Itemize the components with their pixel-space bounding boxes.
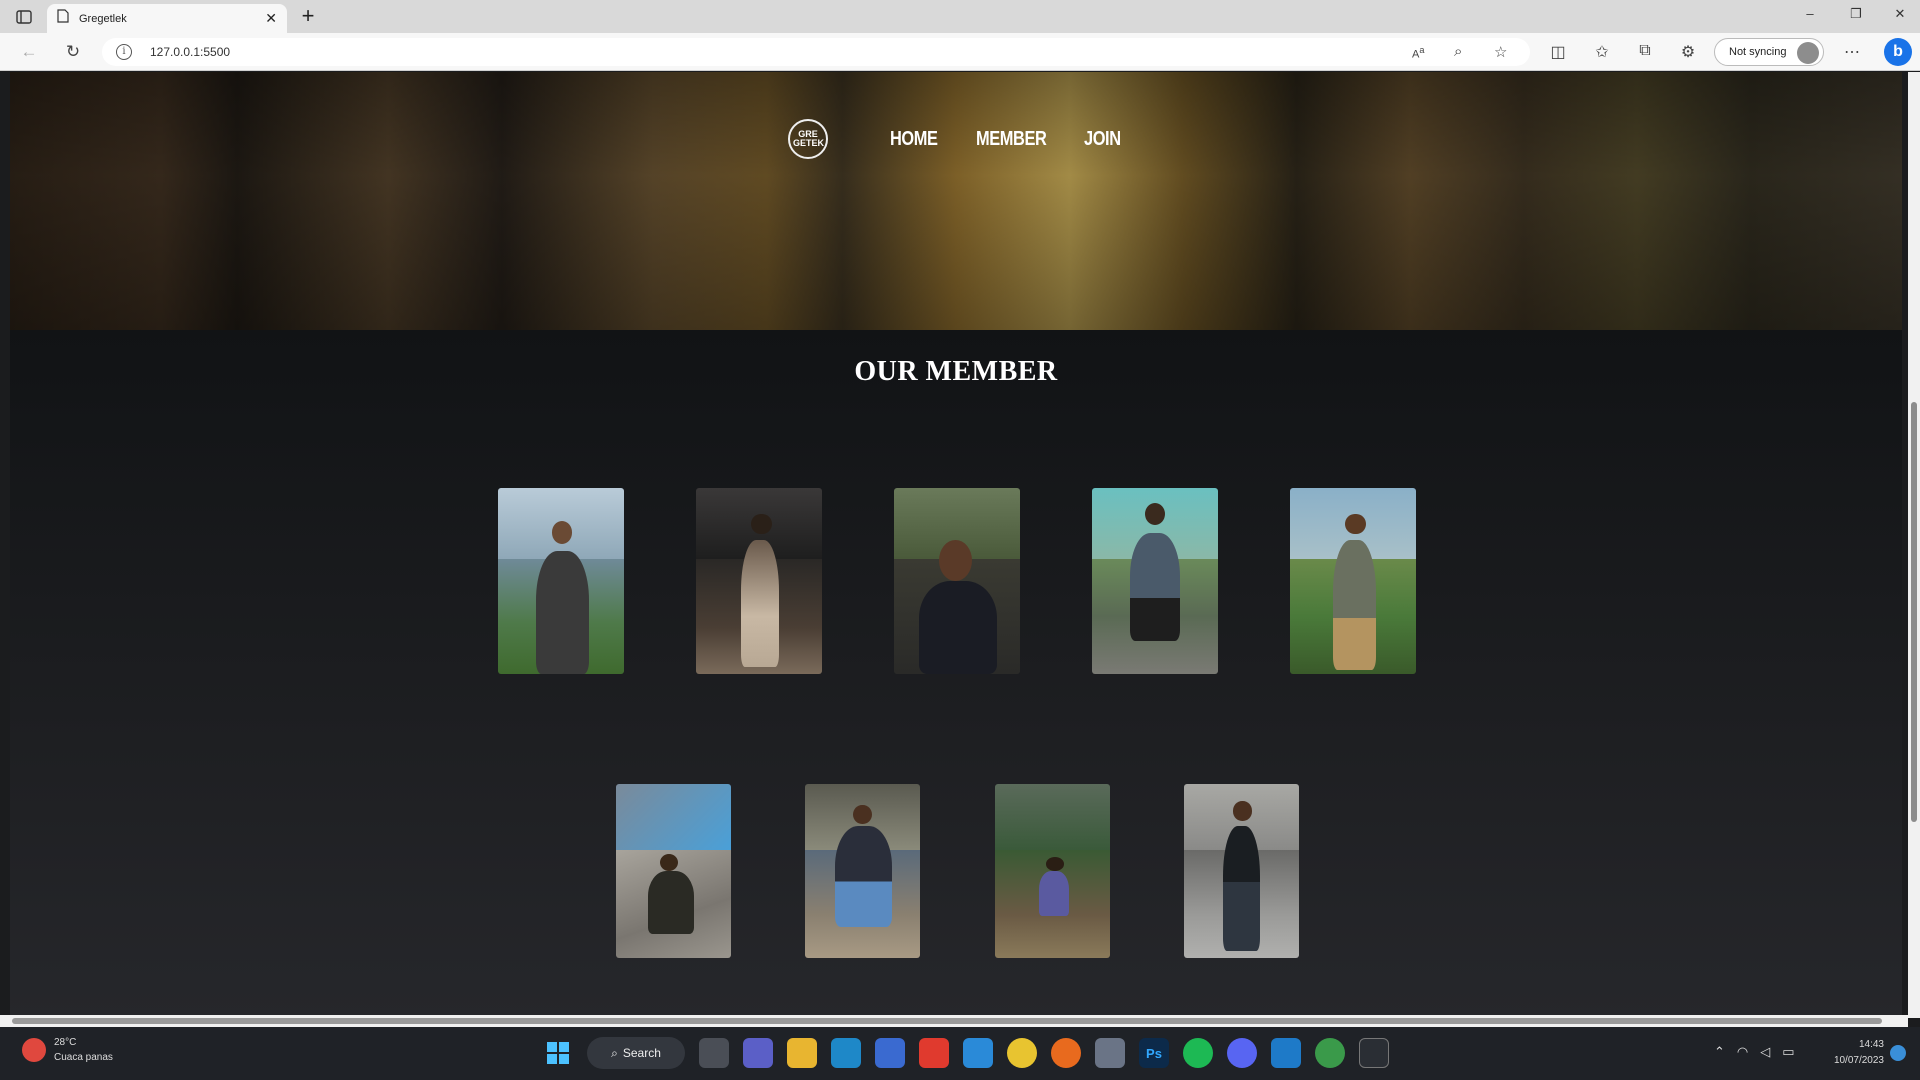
favorites-icon[interactable]: ✩ [1590, 42, 1614, 62]
logo-text: GRE GETEK [793, 129, 825, 148]
nav-home-link[interactable]: HOME [890, 128, 938, 151]
terminal-icon[interactable] [1359, 1038, 1389, 1068]
site-info-icon[interactable]: i [116, 44, 132, 60]
member-photo-2[interactable] [696, 488, 822, 674]
chevron-up-icon[interactable]: ⌃ [1714, 1044, 1725, 1060]
weather-text: 28°C Cuaca panas [54, 1035, 113, 1065]
chrome-profile-icon[interactable] [1315, 1038, 1345, 1068]
search-icon: ⌕ [611, 1045, 618, 1060]
camera-icon[interactable] [1095, 1038, 1125, 1068]
tab-actions-icon[interactable] [12, 6, 36, 28]
photoshop-icon[interactable]: Ps [1139, 1038, 1169, 1068]
new-tab-button[interactable]: + [296, 4, 320, 28]
volume-icon[interactable]: ◁ [1760, 1044, 1770, 1060]
nav-member-link[interactable]: MEMBER [976, 128, 1047, 151]
address-toolbar: ← ↻ i 127.0.0.1:5500 Aa ⌕ ☆ ◫ ✩ ⧉ ⚙ [0, 33, 1920, 71]
taskbar-clock[interactable]: 14:43 10/07/2023 [1820, 1037, 1884, 1069]
tab-bar: Gregetlek ✕ + – ❐ ✕ [0, 0, 1920, 33]
url-text[interactable]: 127.0.0.1:5500 [150, 45, 230, 59]
store-icon[interactable] [875, 1038, 905, 1068]
member-photo-9[interactable] [1184, 784, 1299, 958]
site-logo[interactable]: GRE GETEK [788, 119, 828, 159]
close-window-button[interactable]: ✕ [1880, 6, 1920, 22]
weather-temp: 28°C [54, 1037, 77, 1048]
members-section: OUR MEMBER [10, 330, 1902, 1018]
task-view-icon[interactable] [699, 1038, 729, 1068]
clock-date: 10/07/2023 [1833, 1055, 1884, 1066]
vscode-icon[interactable] [1271, 1038, 1301, 1068]
copilot-icon[interactable]: b [1884, 38, 1912, 66]
horizontal-scrollbar[interactable] [0, 1015, 1908, 1027]
tab-title: Gregetlek [79, 12, 127, 25]
taskbar-apps: ⌕ Search Ps [543, 1037, 1403, 1069]
battery-icon[interactable]: ▭ [1782, 1044, 1794, 1060]
section-title: OUR MEMBER [854, 356, 1058, 387]
profile-avatar [1797, 42, 1819, 64]
member-photo-4[interactable] [1092, 488, 1218, 674]
browser-window: Gregetlek ✕ + – ❐ ✕ ← ↻ i 127.0.0.1:5500… [0, 0, 1920, 1080]
horizontal-scroll-thumb[interactable] [12, 1018, 1882, 1024]
weather-desc: Cuaca panas [54, 1052, 113, 1063]
firefox-icon[interactable] [1051, 1038, 1081, 1068]
read-aloud-icon[interactable]: Aa [1412, 45, 1424, 61]
member-photo-7[interactable] [805, 784, 920, 958]
nav-join-link[interactable]: JOIN [1084, 128, 1121, 151]
favorite-star-icon[interactable]: ☆ [1494, 43, 1507, 61]
tab-active[interactable]: Gregetlek ✕ [47, 4, 287, 33]
sync-label: Not syncing [1729, 46, 1787, 58]
page-icon [57, 9, 69, 28]
member-photo-1[interactable] [498, 488, 624, 674]
taskbar-search[interactable]: ⌕ Search [587, 1037, 685, 1069]
notification-icon[interactable] [1890, 1045, 1906, 1061]
start-icon[interactable] [543, 1038, 573, 1068]
tab-close-icon[interactable]: ✕ [265, 10, 277, 27]
refresh-icon[interactable]: ↻ [62, 42, 84, 62]
weather-widget[interactable]: 28°C Cuaca panas [22, 1035, 113, 1065]
file-explorer-icon[interactable] [787, 1038, 817, 1068]
chrome-icon[interactable] [1007, 1038, 1037, 1068]
wifi-icon[interactable]: ◠ [1737, 1044, 1748, 1060]
address-bar[interactable]: i 127.0.0.1:5500 Aa ⌕ ☆ [102, 38, 1530, 66]
system-tray: ⌃ ◠ ◁ ▭ [1714, 1044, 1795, 1060]
more-menu-icon[interactable]: ⋯ [1840, 42, 1864, 62]
clock-time: 14:43 [1858, 1039, 1884, 1050]
zoom-icon[interactable]: ⌕ [1454, 43, 1462, 60]
back-icon[interactable]: ← [18, 42, 40, 62]
member-photo-5[interactable] [1290, 488, 1416, 674]
windows-taskbar: 28°C Cuaca panas ⌕ Search Ps ⌃ ◠ ◁ ▭ 14:… [0, 1027, 1920, 1080]
restore-button[interactable]: ❐ [1836, 6, 1876, 22]
vertical-scrollbar[interactable] [1908, 72, 1920, 1018]
browser-app-icon[interactable] [963, 1038, 993, 1068]
collections-icon[interactable]: ⧉ [1633, 42, 1657, 60]
search-label: Search [622, 1046, 661, 1060]
split-screen-icon[interactable]: ◫ [1546, 42, 1570, 62]
minimize-button[interactable]: – [1790, 6, 1830, 21]
vertical-scroll-thumb[interactable] [1911, 402, 1917, 822]
page-viewport: GRE GETEK HOME MEMBER JOIN OUR MEMBER [0, 72, 1920, 1018]
member-photo-8[interactable] [995, 784, 1110, 958]
teams-chat-icon[interactable] [743, 1038, 773, 1068]
site-nav: GRE GETEK HOME MEMBER JOIN [788, 114, 1129, 164]
web-page: GRE GETEK HOME MEMBER JOIN OUR MEMBER [10, 72, 1902, 1018]
member-photo-3[interactable] [894, 488, 1020, 674]
thermometer-icon [22, 1038, 46, 1062]
edge-icon[interactable] [831, 1038, 861, 1068]
member-photo-6[interactable] [616, 784, 731, 958]
spotify-icon[interactable] [1183, 1038, 1213, 1068]
hero-banner: GRE GETEK HOME MEMBER JOIN [10, 72, 1902, 330]
extensions-icon[interactable]: ⚙ [1676, 42, 1700, 62]
anydesk-icon[interactable] [919, 1038, 949, 1068]
discord-icon[interactable] [1227, 1038, 1257, 1068]
profile-sync-button[interactable]: Not syncing [1714, 38, 1824, 66]
